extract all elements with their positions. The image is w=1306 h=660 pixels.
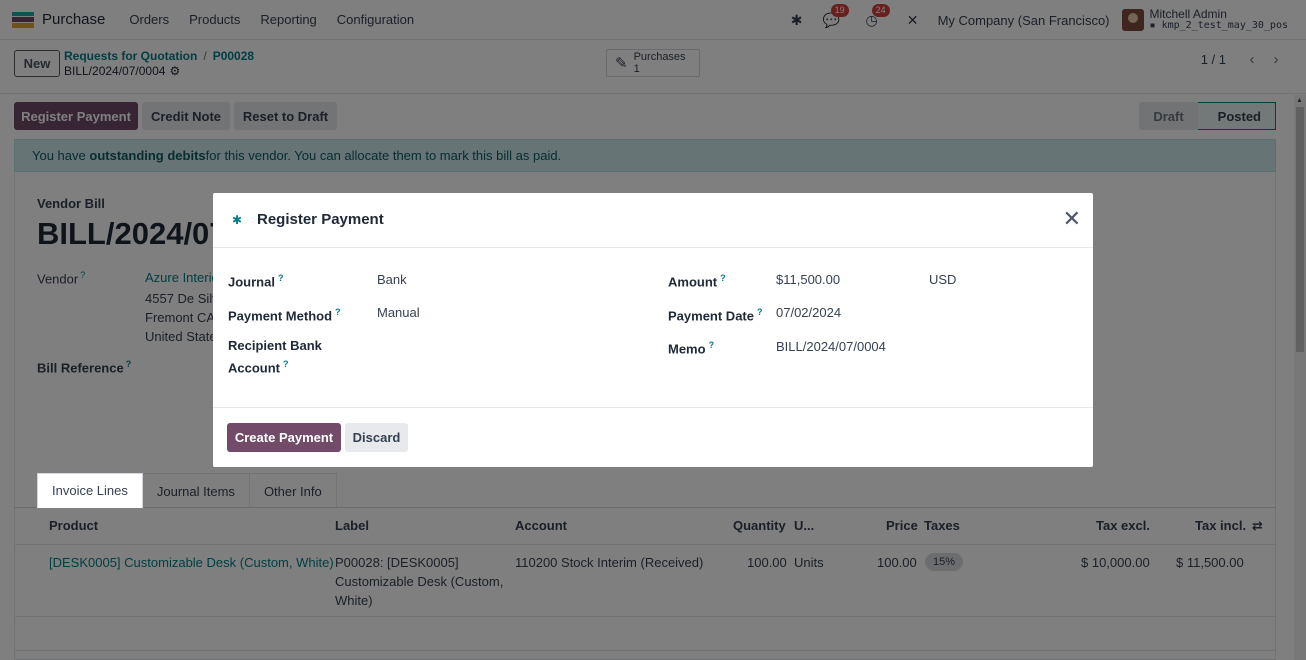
recipient-bank-field[interactable] [377,339,637,357]
journal-field[interactable]: Bank [377,272,407,287]
memo-label: Memo? [668,340,715,357]
tab-invoice-lines[interactable]: Invoice Lines [37,473,143,508]
create-payment-button[interactable]: Create Payment [227,423,341,452]
journal-label: Journal? [228,273,284,290]
bug-icon[interactable]: ✱ [232,213,242,227]
close-icon[interactable]: ✕ [1063,206,1081,232]
modal-title: Register Payment [257,211,384,228]
payment-method-label: Payment Method? [228,307,341,324]
register-payment-dialog: ✱ Register Payment ✕ Journal? Bank Payme… [213,193,1093,467]
payment-method-field[interactable]: Manual [377,305,420,320]
modal-footer: Create Payment Discard [213,407,1093,467]
memo-field[interactable]: BILL/2024/07/0004 [776,339,886,354]
payment-date-label: Payment Date? [668,307,763,324]
amount-label: Amount? [668,273,726,290]
modal-header: ✱ Register Payment ✕ [213,193,1093,248]
recipient-bank-label: Recipient Bank Account? [228,338,322,376]
payment-date-field[interactable]: 07/02/2024 [776,305,841,320]
amount-field[interactable]: $11,500.00 [776,272,840,287]
currency-field[interactable]: USD [929,272,956,287]
discard-button[interactable]: Discard [345,423,408,452]
